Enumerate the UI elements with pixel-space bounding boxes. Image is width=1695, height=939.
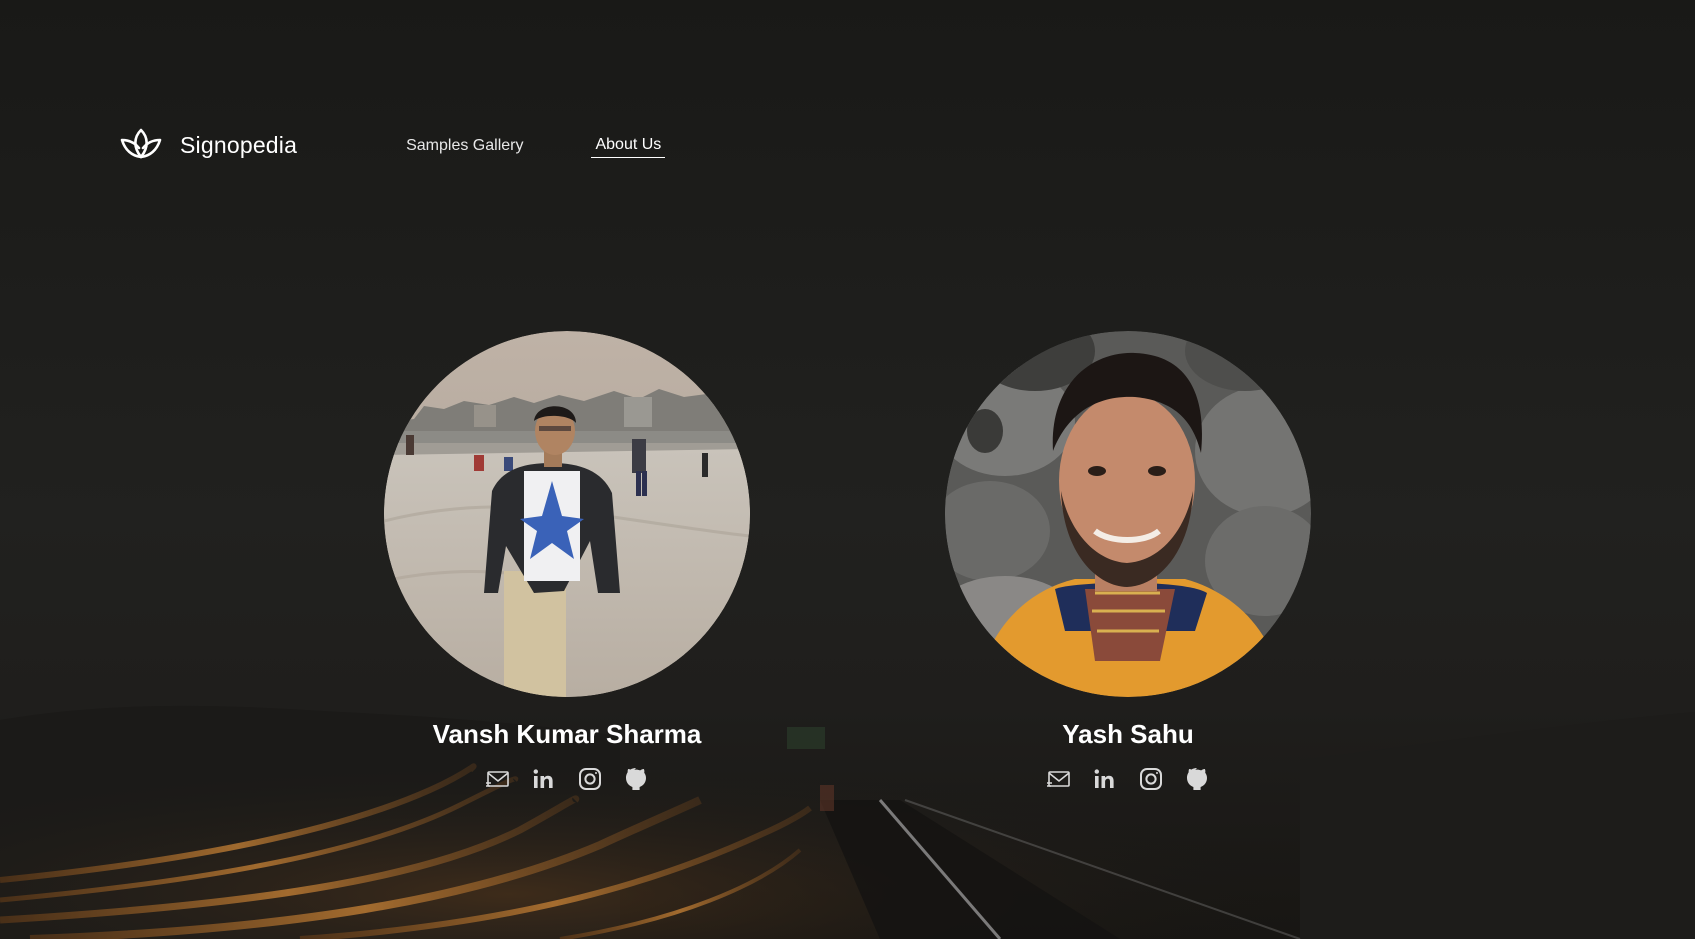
brand-name: Signopedia [180, 131, 298, 158]
mail-icon[interactable] [1046, 766, 1072, 792]
lotus-icon [120, 128, 162, 159]
social-links [1046, 766, 1210, 792]
brand-link[interactable]: Signopedia [118, 126, 297, 164]
main-nav: Samples Gallery About Us [402, 132, 666, 158]
rocks-selfie-photo [945, 331, 1311, 697]
nav-about-us[interactable]: About Us [591, 132, 666, 158]
site-header: Signopedia Samples Gallery About Us [118, 122, 666, 168]
instagram-icon[interactable] [1138, 766, 1164, 792]
nav-samples-gallery[interactable]: Samples Gallery [402, 133, 527, 158]
github-icon[interactable] [623, 766, 649, 792]
social-links [485, 766, 649, 792]
github-icon[interactable] [1184, 766, 1210, 792]
team-member-card: Yash Sahu [945, 331, 1311, 792]
mail-icon[interactable] [485, 766, 511, 792]
about-page: Signopedia Samples Gallery About Us Vans… [0, 0, 1695, 939]
member-name: Yash Sahu [1062, 719, 1194, 749]
team-member-card: Vansh Kumar Sharma [384, 331, 750, 792]
linkedin-icon[interactable] [1092, 766, 1118, 792]
beach-portrait-photo [384, 331, 750, 697]
member-name: Vansh Kumar Sharma [432, 719, 702, 749]
instagram-icon[interactable] [577, 766, 603, 792]
linkedin-icon[interactable] [531, 766, 557, 792]
